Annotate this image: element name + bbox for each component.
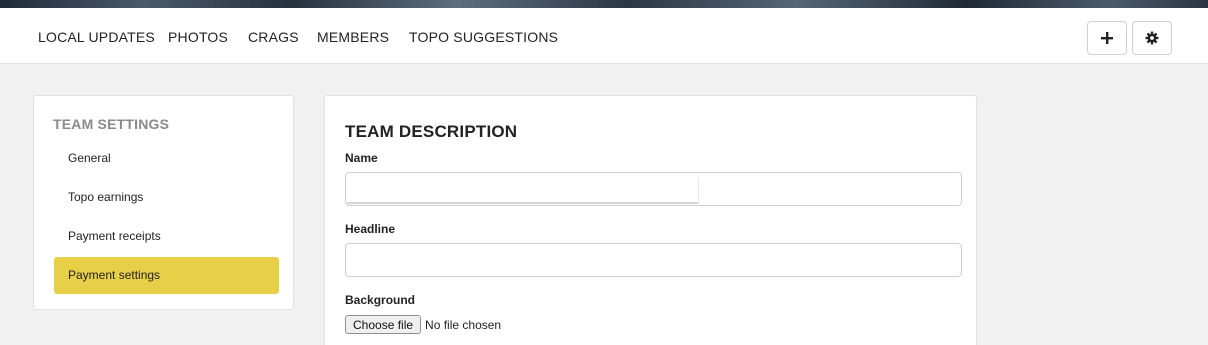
name-field[interactable] [345, 172, 962, 206]
sidebar-item-general[interactable]: General [54, 140, 279, 177]
file-status-text: No file chosen [425, 317, 502, 332]
panel-title: TEAM DESCRIPTION [345, 122, 518, 141]
team-description-panel: TEAM DESCRIPTION Name Headline Backgroun… [324, 95, 977, 345]
gear-icon [1145, 31, 1159, 45]
background-label: Background [345, 293, 416, 307]
add-button[interactable] [1087, 21, 1127, 55]
headline-field[interactable] [345, 243, 962, 277]
headline-label: Headline [345, 222, 396, 236]
team-settings-sidebar: TEAM SETTINGS General Topo earnings Paym… [33, 95, 294, 310]
choose-file-button[interactable]: Choose file [345, 315, 422, 334]
name-label: Name [345, 151, 378, 165]
background-file-picker: Choose file No file chosen [345, 315, 501, 334]
nav-crags[interactable]: CRAGS [248, 29, 299, 45]
top-navigation-bar: LOCAL UPDATES PHOTOS CRAGS MEMBERS TOPO … [0, 8, 1208, 64]
settings-button[interactable] [1132, 21, 1172, 55]
sidebar-title: TEAM SETTINGS [53, 116, 170, 132]
sidebar-item-payment-receipts[interactable]: Payment receipts [54, 218, 279, 255]
nav-local-updates[interactable]: LOCAL UPDATES [38, 29, 155, 45]
sidebar-item-topo-earnings[interactable]: Topo earnings [54, 179, 279, 216]
plus-icon [1101, 32, 1113, 44]
nav-members[interactable]: MEMBERS [317, 29, 389, 45]
nav-photos[interactable]: PHOTOS [168, 29, 228, 45]
sidebar-item-payment-settings[interactable]: Payment settings [54, 257, 279, 294]
nav-topo-suggestions[interactable]: TOPO SUGGESTIONS [409, 29, 558, 45]
header-banner-image [0, 0, 1208, 8]
